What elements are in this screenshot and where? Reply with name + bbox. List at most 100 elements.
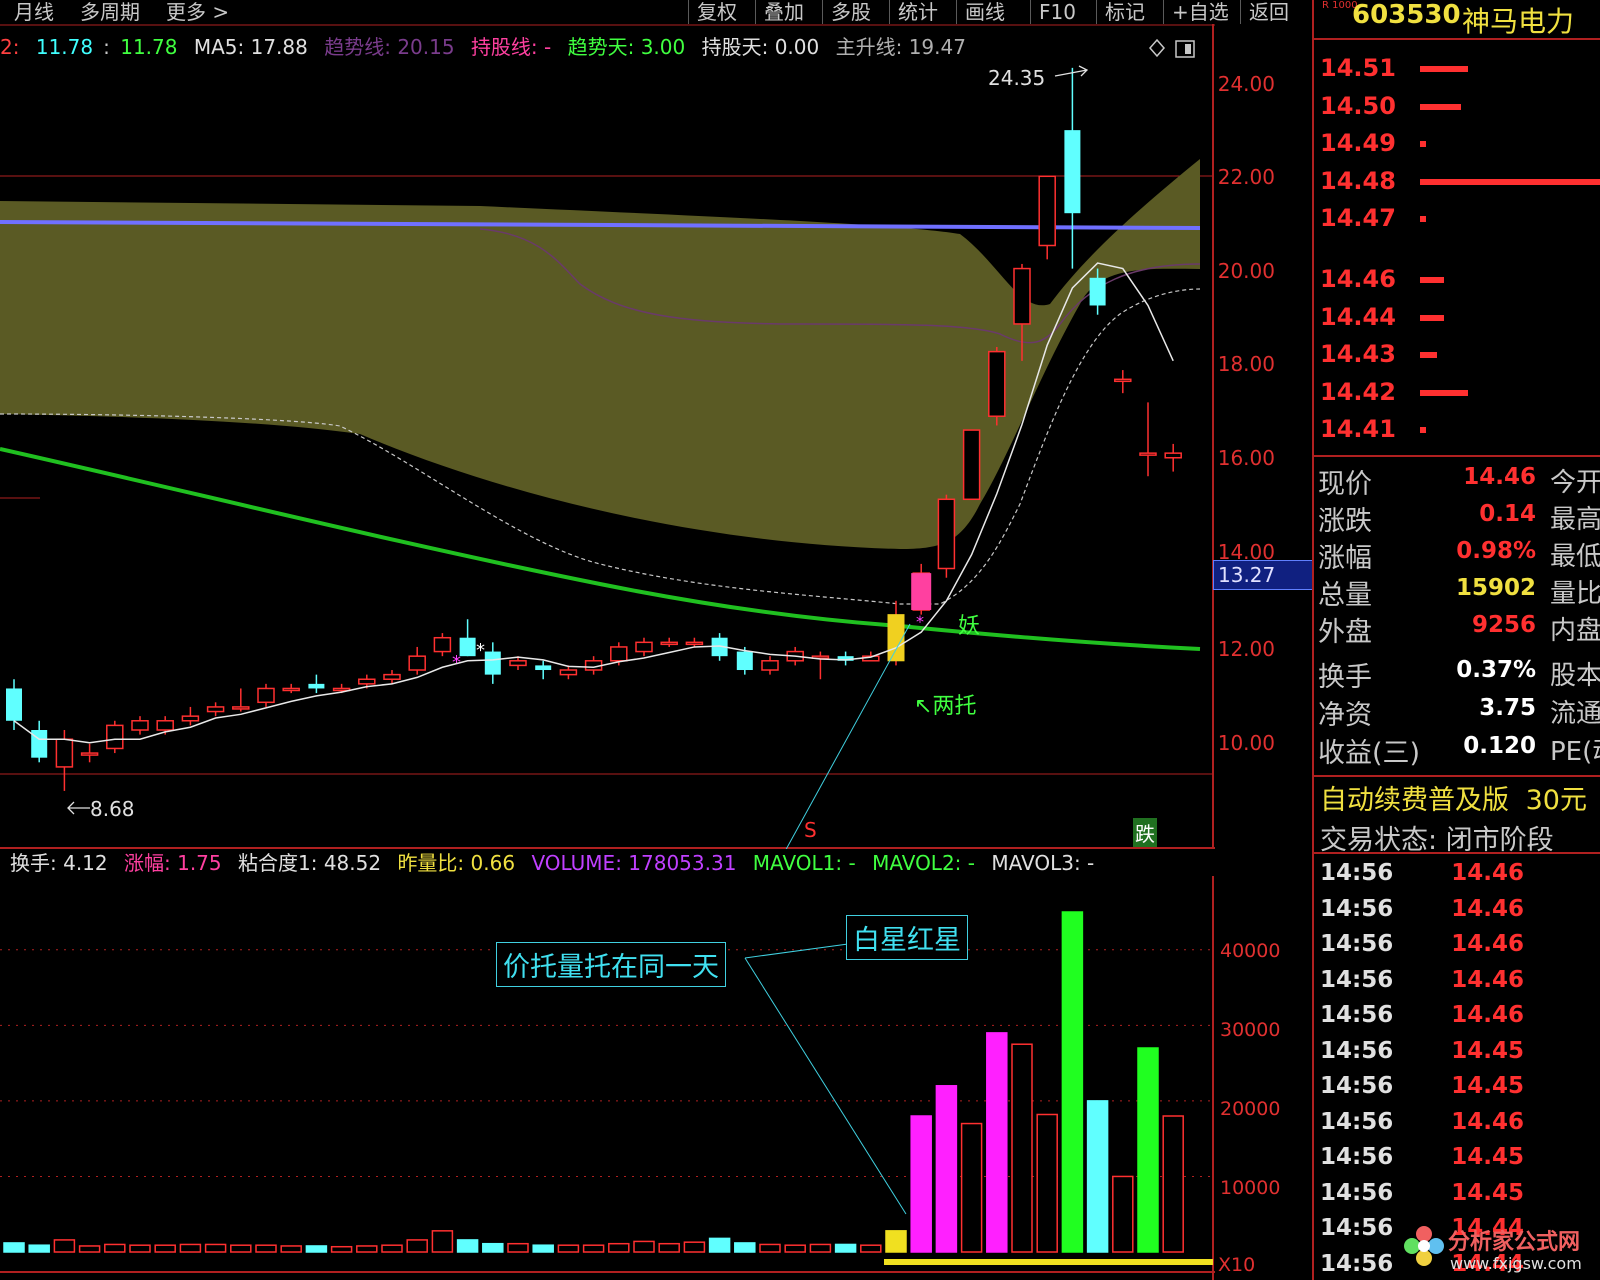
tick-price: 14.45 [1451,1144,1524,1170]
price-tick-24: 24.00 [1217,72,1275,96]
quote-extra-label: 内盘 [1550,616,1600,646]
f10-button[interactable]: F10 [1030,0,1084,24]
volume-bar [456,1239,479,1253]
pink-star-icon-2: * [916,612,924,631]
tick-time: 14:56 [1320,895,1394,922]
candle-body [1038,175,1056,247]
candle-body [106,724,124,750]
volume-bar [759,1243,781,1253]
arrow-left-icon [67,801,90,815]
vol-ratio-value: 昨量比: 0.66 [397,851,516,875]
candle-body [660,641,678,646]
volume-bar [280,1245,302,1253]
quote-value: 0.120 [1463,733,1536,759]
quote-value: 0.14 [1479,501,1536,527]
liangtuo-label: ↖两托 [914,694,977,719]
candle-body [988,350,1006,417]
adjust-button[interactable]: 复权 [688,0,745,24]
tick-time: 14:56 [1320,1108,1394,1135]
volume-bar [708,1237,731,1253]
volume-bar [507,1242,529,1253]
change-value: 涨幅: 1.75 [124,851,222,875]
tick-row: 14:56 14.45 [1320,1073,1524,1099]
tick-price: 14.45 [1451,1037,1524,1064]
turnover-value: 换手: 4.12 [10,851,108,875]
candle-body [1164,452,1182,459]
more-menu[interactable]: 更多 > [166,0,229,24]
mark-button[interactable]: 标记 [1096,0,1153,24]
volume-chart[interactable] [0,876,1215,1280]
watermark-text: 分析家公式网 [1448,1230,1581,1255]
volume-bar [608,1242,630,1253]
order-volume-bar [1420,141,1426,147]
watermark-url: www.fxjgsw.com [1450,1254,1582,1273]
candle-body [1114,378,1132,383]
promo-banner[interactable]: 自动续费普及版 30元 [1320,778,1587,817]
tab-monthly[interactable]: 月线 [14,0,54,24]
order-book-row: 14.42 [1320,377,1468,406]
tab-multi-period[interactable]: 多周期 [80,0,140,24]
tick-time: 14:56 [1320,931,1394,957]
volume-bar [1112,1175,1134,1253]
volume-bar [834,1243,857,1253]
multi-stock-button[interactable]: 多股 [822,0,879,24]
order-price: 14.48 [1320,166,1396,195]
tick-row: 14:56 14.45 [1320,1038,1524,1064]
volume-bar [809,1243,832,1253]
candle-body [206,706,225,713]
volume-bar [356,1245,378,1253]
vol-tick-30000: 30000 [1220,1019,1281,1041]
volume-bar [381,1244,403,1253]
price-tick-20: 20.00 [1217,259,1275,283]
candle-body [484,651,501,675]
volume-bar [255,1244,277,1253]
candle-body [55,738,74,768]
order-book-row: 14.44 [1320,303,1444,331]
volume-bar [1061,911,1084,1253]
right-panel: R 1000 603530 神马电力 14.51 14.50 14.49 14.48 1… [1312,0,1600,1280]
add-watchlist-button[interactable]: +自选 [1163,0,1237,24]
order-book-row: 14.46 [1320,265,1444,293]
volume-bar [658,1242,680,1253]
candle-body [937,498,956,570]
quote-label: 外盘 [1318,617,1372,648]
tick-time: 14:56 [1320,966,1394,993]
current-price-tag: 13.27 [1213,560,1314,590]
volume-bar [3,1242,25,1253]
yao-label: 妖 [958,614,981,639]
candle-body [383,673,401,680]
candle-body [685,641,704,646]
back-button[interactable]: 返回 [1240,0,1297,24]
vol-tick-40000: 40000 [1220,940,1281,962]
candle-body [6,688,22,721]
quote-extra-label: 流通 [1550,699,1600,729]
volume-bar [1036,1113,1058,1253]
order-price: 14.50 [1320,91,1396,120]
order-price: 14.41 [1320,415,1396,443]
order-price: 14.49 [1320,129,1396,157]
tick-time: 14:56 [1320,1037,1394,1064]
overlay-button[interactable]: 叠加 [755,0,812,24]
price-tick-10: 10.00 [1217,731,1275,755]
candle-body [181,715,200,722]
order-price: 14.47 [1320,204,1396,232]
tick-time: 14:56 [1320,1215,1394,1241]
tick-price: 14.46 [1451,860,1524,886]
annotation-white-red-star: 白星红星 [846,915,968,960]
signal-strip [884,1259,1213,1265]
quote-value: 9256 [1471,612,1536,638]
price-chart[interactable] [0,24,1215,849]
annotation-price-vol-support: 价托量托在同一天 [496,942,726,987]
arrow-right-icon [1054,65,1089,77]
statistics-button[interactable]: 统计 [889,0,946,24]
draw-line-button[interactable]: 画线 [956,0,1013,24]
order-price: 14.42 [1320,377,1396,406]
order-book-row: 14.47 [1320,204,1426,232]
quote-extra-label: 股本 [1550,661,1600,691]
top-toolbar: 月线 多周期 更多 > 复权 叠加 多股 统计 画线 F10 标记 +自选 返回 [0,0,1310,24]
tick-price: 14.46 [1451,931,1524,957]
tick-price: 14.45 [1451,1073,1524,1099]
volume-bar [204,1243,227,1253]
quote-value: 14.46 [1463,464,1536,490]
volume-bar [1137,1047,1159,1253]
